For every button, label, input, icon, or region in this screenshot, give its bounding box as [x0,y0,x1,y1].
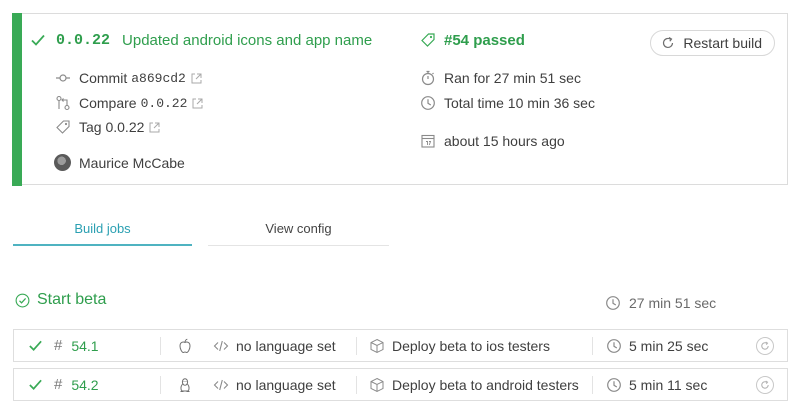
total-time-text: Total time 10 min 36 sec [444,95,595,111]
job-name-text: Deploy beta to android testers [392,376,579,393]
job-duration-text: 5 min 25 sec [629,337,709,354]
restart-build-label: Restart build [683,35,762,51]
restart-icon[interactable] [756,336,774,355]
branch-name[interactable]: 0.0.22 [56,32,110,49]
ran-for-text: Ran for 27 min 51 sec [444,70,581,86]
job-os [176,369,201,400]
author-name: Maurice McCabe [79,154,185,171]
linux-icon [176,376,194,394]
commit-icon [54,69,72,87]
divider [160,376,161,394]
job-duration: 5 min 11 sec [605,369,707,400]
build-status-text[interactable]: #54 passed [444,32,525,49]
divider [356,376,357,394]
job-os [176,330,201,361]
tab-build-jobs[interactable]: Build jobs [13,212,192,246]
job-language: no language set [212,369,336,400]
commit-sha[interactable]: a869cd2 [131,71,186,86]
clock-icon [605,337,623,355]
check-icon [29,31,47,49]
ran-for-row: Ran for 27 min 51 sec [419,69,581,87]
job-row[interactable]: # 54.1 no language set Deploy beta to io… [13,329,788,362]
tag-row[interactable]: Tag 0.0.22 [54,118,160,136]
job-status: # 54.2 [26,369,99,400]
job-restart-button[interactable] [756,330,774,361]
hash-icon: # [54,376,63,393]
build-header: 0.0.22 Updated android icons and app nam… [29,31,372,49]
compare-label: Compare [79,95,137,111]
job-number[interactable]: 54.2 [71,377,98,393]
clock-icon [419,94,437,112]
clock-icon [604,294,622,312]
restart-icon[interactable] [756,375,774,394]
stopwatch-icon [419,69,437,87]
clock-icon [605,376,623,394]
box-icon [368,376,386,394]
tag-icon [419,31,437,49]
external-link-icon[interactable] [149,122,160,133]
finished-text: about 15 hours ago [444,133,565,149]
commit-label: Commit [79,70,128,86]
divider [592,337,593,355]
job-language-text: no language set [236,337,336,354]
check-icon [26,337,44,355]
author-row: Maurice McCabe [54,154,185,171]
job-row[interactable]: # 54.2 no language set Deploy beta to an… [13,368,788,401]
total-time-row: Total time 10 min 36 sec [419,94,595,112]
job-name: Deploy beta to android testers [368,369,579,400]
calendar-icon [419,132,437,150]
apple-icon [176,337,194,355]
code-icon [212,376,230,394]
job-restart-button[interactable] [756,369,774,400]
external-link-icon[interactable] [192,98,203,109]
hash-icon: # [54,337,63,354]
check-circle-icon [13,291,31,309]
compare-row[interactable]: Compare 0.0.22 [54,94,203,112]
commit-message[interactable]: Updated android icons and app name [122,32,372,49]
status-stripe [12,13,22,186]
build-number-status[interactable]: #54 passed [419,31,525,49]
stage-title-text: Start beta [37,291,107,308]
finished-row: about 15 hours ago [419,132,565,150]
tag-icon [54,118,72,136]
job-language: no language set [212,330,336,361]
code-icon [212,337,230,355]
divider [160,337,161,355]
job-duration: 5 min 25 sec [605,330,708,361]
job-duration-text: 5 min 11 sec [629,376,708,393]
avatar [54,154,71,171]
divider [356,337,357,355]
stage-duration-text: 27 min 51 sec [629,295,717,311]
job-language-text: no language set [236,376,336,393]
commit-row[interactable]: Commit a869cd2 [54,69,202,87]
restart-icon [659,34,677,52]
job-name: Deploy beta to ios testers [368,330,550,361]
restart-build-button[interactable]: Restart build [650,30,775,56]
stage-duration: 27 min 51 sec [604,294,716,312]
build-summary-card: 0.0.22 Updated android icons and app nam… [12,13,788,186]
compare-icon [54,94,72,112]
job-number[interactable]: 54.1 [71,338,98,354]
job-status: # 54.1 [26,330,99,361]
box-icon [368,337,386,355]
external-link-icon[interactable] [191,73,202,84]
compare-ref[interactable]: 0.0.22 [141,96,188,111]
check-icon [26,376,44,394]
tag-label[interactable]: Tag 0.0.22 [79,119,144,135]
stage-title: Start beta [13,291,106,309]
job-name-text: Deploy beta to ios testers [392,337,550,354]
tab-view-config[interactable]: View config [208,212,389,246]
divider [592,376,593,394]
